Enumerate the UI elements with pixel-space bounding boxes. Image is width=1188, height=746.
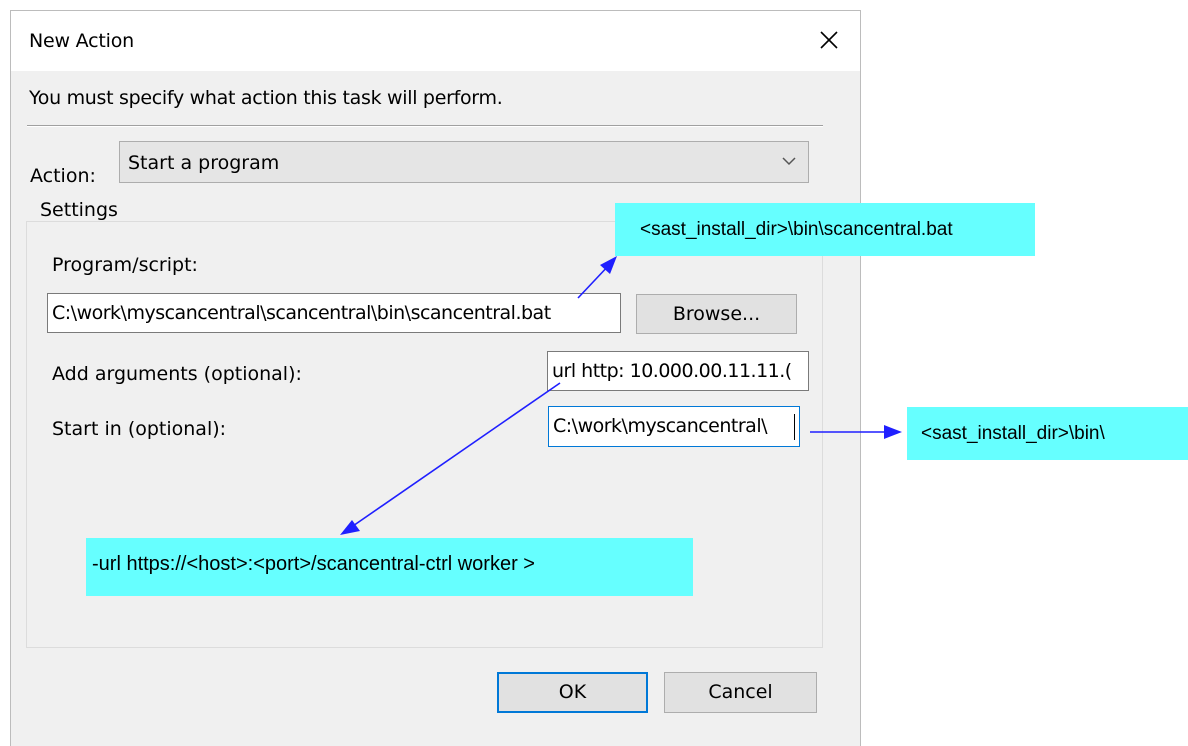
program-script-input[interactable]: C:\work\myscancentral\scancentral\bin\sc…	[47, 293, 621, 333]
action-label: Action:	[30, 165, 96, 187]
start-in-value: C:\work\myscancentral\	[553, 415, 768, 437]
program-script-label: Program/script:	[52, 254, 198, 276]
title-bar: New Action	[11, 11, 860, 71]
browse-button[interactable]: Browse...	[636, 294, 797, 334]
program-annotation: <sast_install_dir>\bin\scancentral.bat	[615, 203, 1035, 256]
settings-group-label: Settings	[38, 199, 122, 221]
start-in-annotation: <sast_install_dir>\bin\	[907, 407, 1188, 460]
action-dropdown[interactable]: Start a program	[119, 141, 809, 183]
text-cursor	[794, 414, 795, 440]
cancel-button[interactable]: Cancel	[664, 672, 817, 713]
dialog-title: New Action	[29, 30, 134, 52]
arguments-annotation: -url https://<host>:<port>/scancentral-c…	[86, 538, 693, 596]
add-arguments-label: Add arguments (optional):	[52, 363, 302, 385]
ok-button[interactable]: OK	[497, 672, 648, 713]
start-in-label: Start in (optional):	[52, 418, 227, 440]
add-arguments-input[interactable]: url http: 10.000.00.11.11.(	[547, 351, 809, 391]
close-icon[interactable]	[818, 29, 840, 51]
chevron-down-icon	[782, 157, 796, 166]
separator	[27, 125, 823, 127]
start-in-input[interactable]: C:\work\myscancentral\	[548, 406, 800, 447]
action-dropdown-value: Start a program	[128, 152, 280, 174]
instruction-text: You must specify what action this task w…	[29, 87, 503, 109]
